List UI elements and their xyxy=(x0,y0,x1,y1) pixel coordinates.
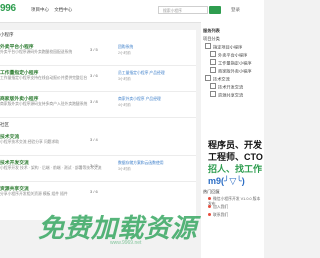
tree-item-label: 外卖平台小程序 xyxy=(218,52,248,58)
hot-replies-heading: 热门回复 xyxy=(203,189,220,194)
checkbox-icon[interactable] xyxy=(210,67,216,73)
tree-item-label: 工作量指定小程序 xyxy=(218,60,252,66)
tree-item[interactable]: 商家版外卖小程序 xyxy=(210,67,252,75)
topic-row[interactable]: 资源共享交流 分享小程序开发相关资源 模板 组件 插件 3 / 6 xyxy=(0,182,196,208)
topic-desc: 分享小程序开发相关资源 模板 组件 插件 xyxy=(0,192,68,196)
tree-item-label: 指定项目小程序 xyxy=(213,44,243,50)
checkbox-icon[interactable] xyxy=(205,43,211,49)
sidebar-heading-services: 服务列表 xyxy=(203,28,220,33)
topic-row[interactable]: 外卖平台小程序 外卖平台小程序源码外卖跑腿校园配送系统 3 / 5 团购系统 2… xyxy=(0,40,196,66)
tree-item[interactable]: 工作量指定小程序 xyxy=(210,59,252,67)
hot-reply-item[interactable]: 加入我们 xyxy=(208,205,228,210)
checkbox-icon[interactable] xyxy=(210,59,216,65)
hot-reply-text: 加入我们 xyxy=(213,205,229,209)
checkbox-icon[interactable] xyxy=(210,83,216,89)
checkbox-icon[interactable] xyxy=(210,51,216,57)
site-logo[interactable]: 996 xyxy=(0,3,16,14)
nav-item-projects[interactable]: 项目中心 xyxy=(31,7,49,12)
tree-item-label: 商家版外卖小程序 xyxy=(218,68,252,74)
search-button[interactable] xyxy=(209,6,221,14)
row-divider xyxy=(0,117,196,118)
topic-title[interactable]: 工作量指定小程序 xyxy=(0,69,38,76)
topic-title[interactable]: 外卖平台小程序 xyxy=(0,43,34,50)
topic-title[interactable]: 商家版外卖小程序 xyxy=(0,95,38,102)
topic-desc: 外卖平台小程序源码外卖跑腿校园配送系统 xyxy=(0,50,73,54)
topic-desc: 小程序开发 技术 · 架构 · 后端 · 前端 · 测试 · 部署等技术交流 xyxy=(0,166,102,170)
tree-item[interactable]: 外卖平台小程序 xyxy=(210,51,247,59)
topic-last-post[interactable]: 商家外卖小程序 产品经理 xyxy=(118,97,161,102)
topic-time: 2小时前 xyxy=(118,51,131,55)
topic-last-post[interactable]: 团购系统 xyxy=(118,45,133,50)
topic-count: 3 / 4 xyxy=(90,137,98,142)
topic-count: 3 / 5 xyxy=(90,163,98,168)
topic-count: 3 / 6 xyxy=(90,73,98,78)
topic-time: 3小时前 xyxy=(118,167,131,171)
topic-title[interactable]: 资源共享交流 xyxy=(0,185,29,192)
section-title-community: 社区 xyxy=(0,122,9,127)
topic-desc: 小程序技术交流 经验分享 问题求助 xyxy=(0,140,60,144)
tree-item[interactable]: 资源共享交流 xyxy=(210,91,243,99)
top-navigation-bar: 996 项目中心 文档中心 搜索小程序 登录 xyxy=(0,0,264,23)
topic-count: 3 / 8 xyxy=(90,99,98,104)
dot-icon xyxy=(208,205,211,208)
topic-time: 4小时前 xyxy=(118,103,131,107)
nav-item-docs[interactable]: 文档中心 xyxy=(54,7,72,12)
hot-reply-item[interactable]: 联系我们 xyxy=(208,213,228,218)
login-link[interactable]: 登录 xyxy=(231,7,240,13)
ad-banner-line[interactable]: 招人、找工作 xyxy=(208,162,262,175)
sidebar-heading-categories: 项目分类 xyxy=(203,36,220,41)
hot-reply-text: 联系我们 xyxy=(213,213,229,217)
topic-count: 3 / 5 xyxy=(90,47,98,52)
topic-title[interactable]: 技术交流 xyxy=(0,133,19,140)
tree-item[interactable]: 指定项目小程序 xyxy=(205,43,242,51)
topic-desc: 工作量指定小程序支持在线自动报价并提供完整后台 xyxy=(0,76,88,80)
topic-time: 3小时前 xyxy=(118,77,131,81)
tree-item[interactable]: 技术开发交流 xyxy=(210,83,243,91)
watermark-url: www.9969.net xyxy=(110,240,142,246)
topic-row[interactable]: 技术开发交流 小程序开发 技术 · 架构 · 后端 · 前端 · 测试 · 部署… xyxy=(0,156,196,182)
tree-item-label: 技术开发交流 xyxy=(218,84,244,90)
tree-item-label: 资源共享交流 xyxy=(218,92,244,98)
tree-item-label: 技术交流 xyxy=(213,76,230,82)
topic-row[interactable]: 技术交流 小程序技术交流 经验分享 问题求助 3 / 4 xyxy=(0,130,196,156)
dot-icon xyxy=(208,197,211,200)
checkbox-icon[interactable] xyxy=(205,75,211,81)
topic-count: 3 / 6 xyxy=(90,189,98,194)
main-nav: 项目中心 文档中心 xyxy=(31,7,76,13)
topic-last-post[interactable]: 员工量指定小程序 产品经理 xyxy=(118,71,165,76)
topic-desc: 商家版外卖小程序源码支持多商户入驻外卖跑腿系统 xyxy=(0,102,88,106)
tree-item[interactable]: 技术交流 xyxy=(205,75,230,83)
topic-row[interactable]: 商家版外卖小程序 商家版外卖小程序源码支持多商户入驻外卖跑腿系统 3 / 8 商… xyxy=(0,92,196,118)
topic-last-post[interactable]: 数据存储方案和云函数使用 xyxy=(118,161,164,166)
dot-icon xyxy=(208,213,211,216)
checkbox-icon[interactable] xyxy=(210,91,216,97)
topic-row[interactable]: 工作量指定小程序 工作量指定小程序支持在线自动报价并提供完整后台 3 / 6 员… xyxy=(0,66,196,92)
section-title-miniprograms: 小程序 xyxy=(0,32,14,37)
search-input[interactable]: 搜索小程序 xyxy=(158,6,208,14)
topic-list-card: 小程序 外卖平台小程序 外卖平台小程序源码外卖跑腿校园配送系统 3 / 5 团购… xyxy=(0,30,196,220)
topic-title[interactable]: 技术开发交流 xyxy=(0,159,29,166)
ad-banner-line[interactable]: m9(╯▽╰) xyxy=(208,176,245,187)
